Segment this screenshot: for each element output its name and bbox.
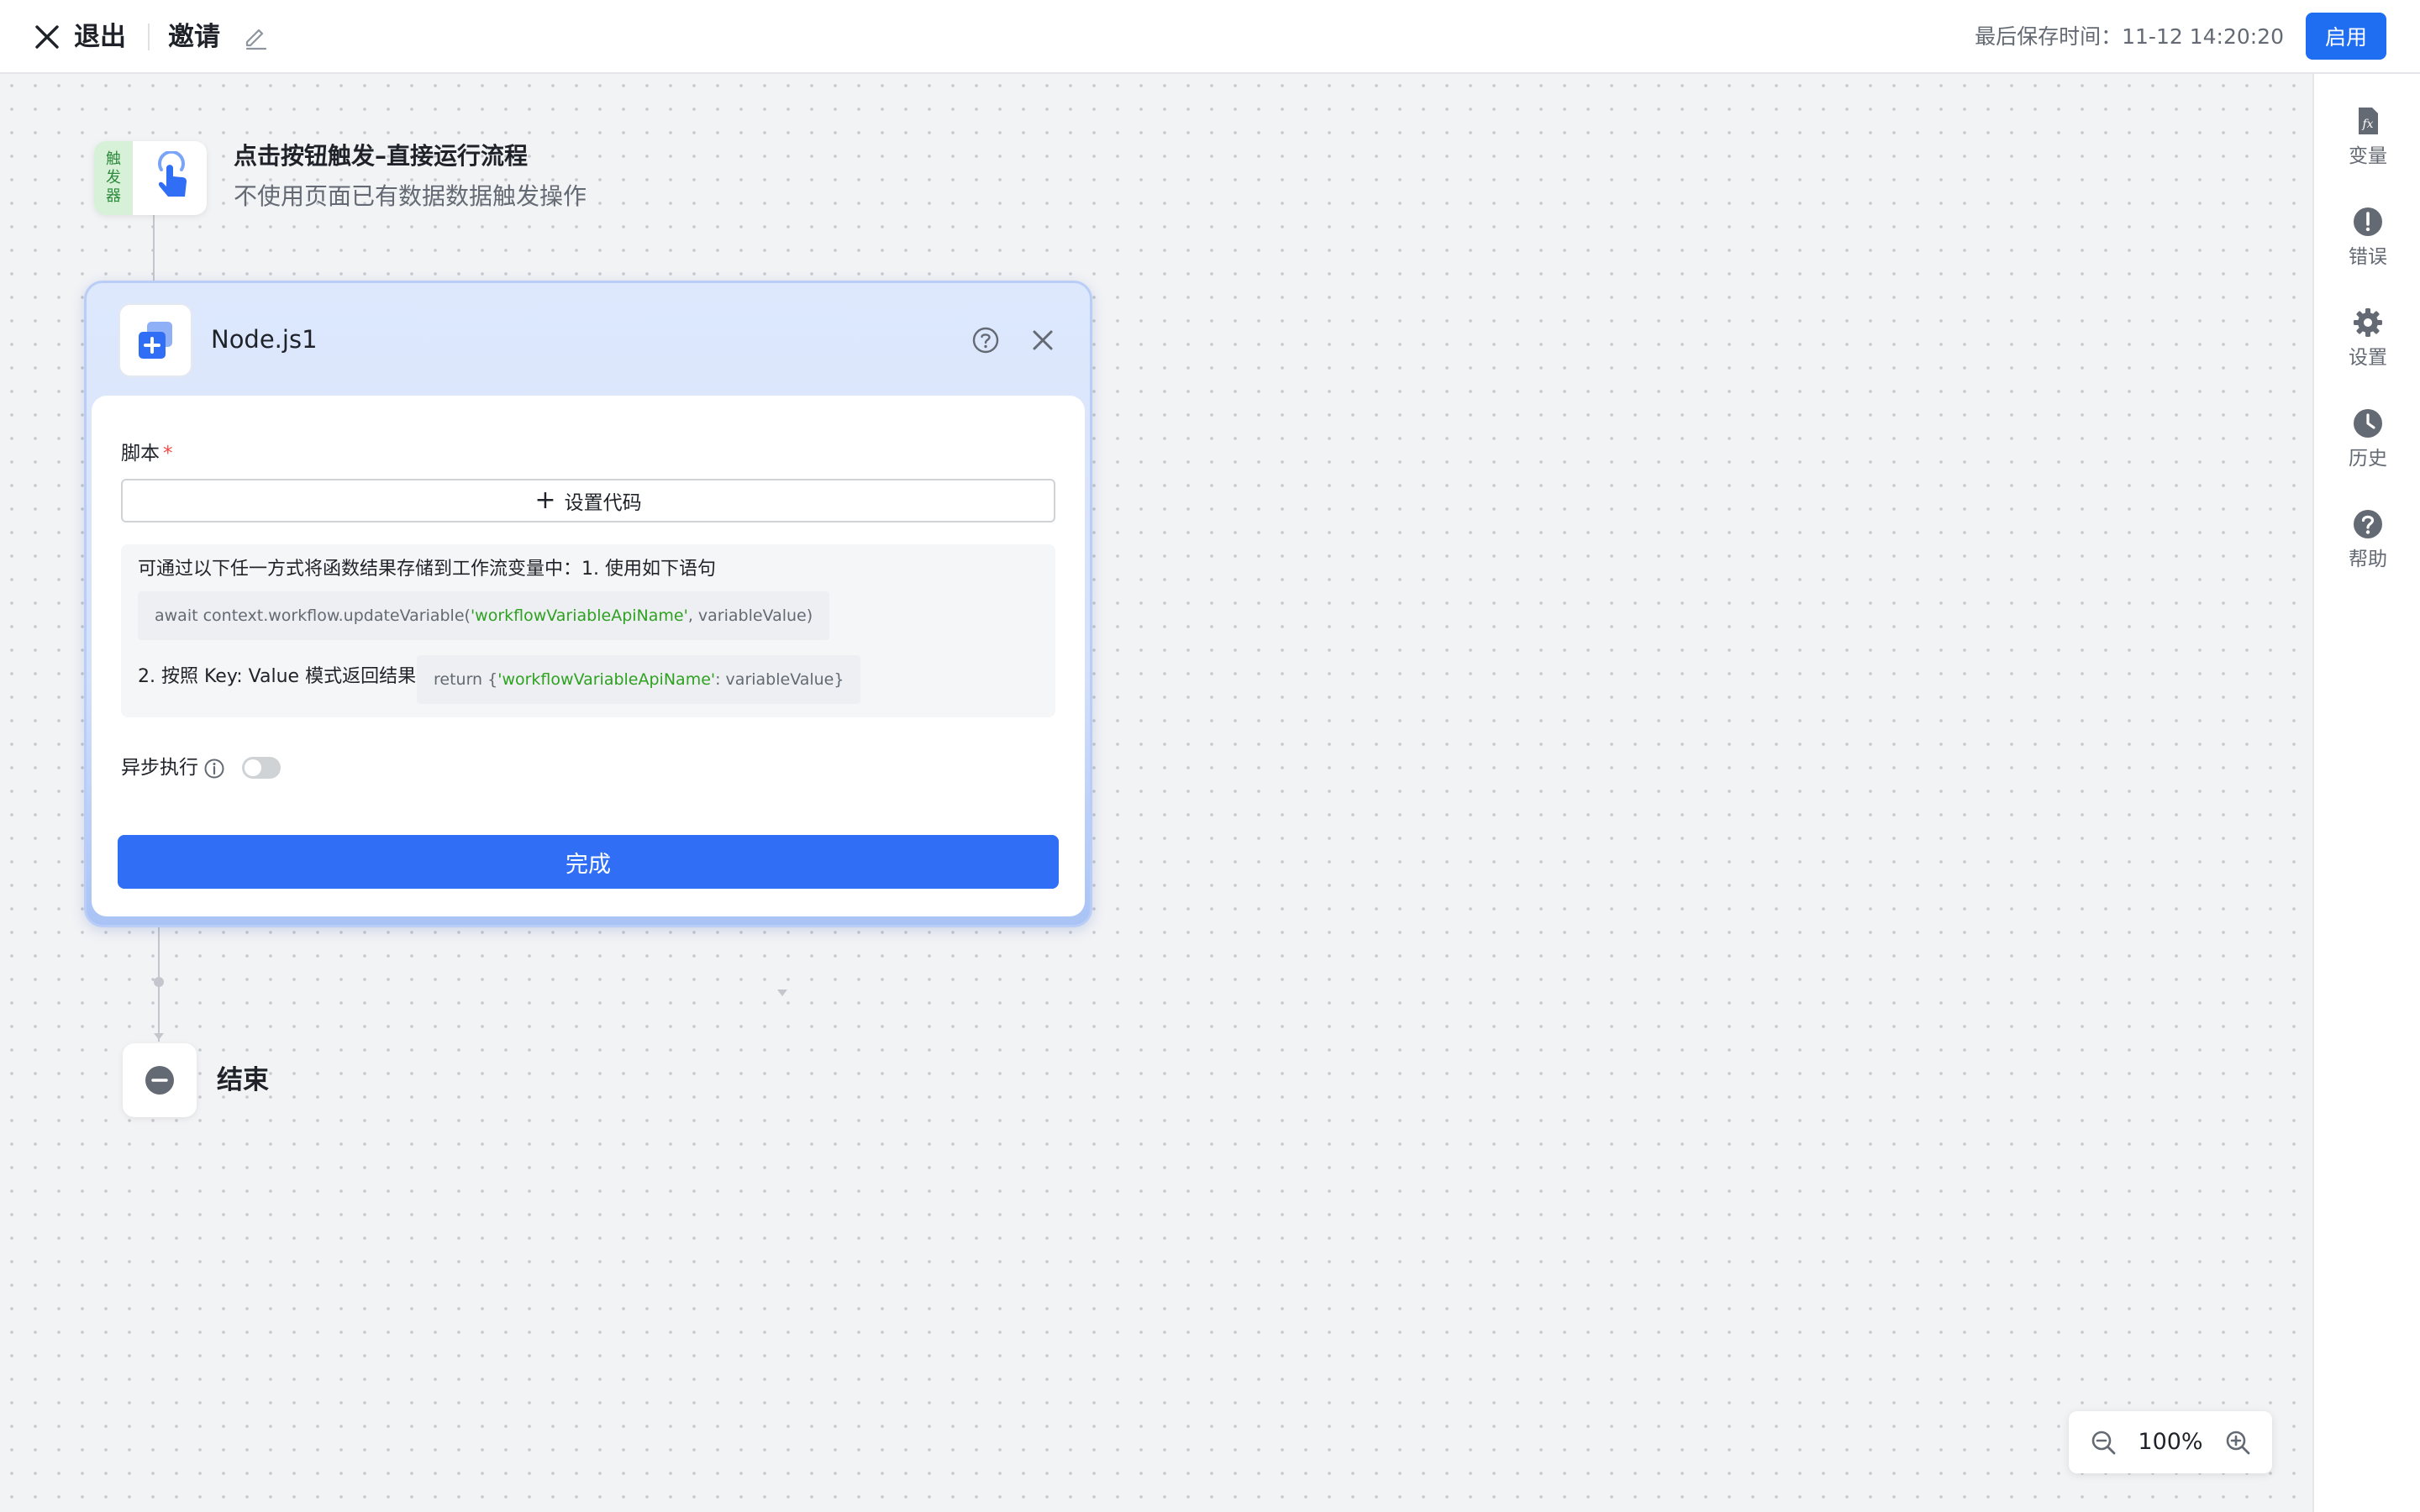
- last-saved-time: 最后保存时间：11-12 14:20:20: [1975, 24, 2284, 49]
- divider: [148, 24, 150, 50]
- required-mark: *: [163, 443, 173, 465]
- help-circle-icon[interactable]: [971, 325, 1001, 355]
- gear-icon: [2354, 308, 2382, 337]
- svg-text:fx: fx: [2361, 118, 2373, 131]
- zoom-control: 100%: [2069, 1411, 2272, 1473]
- edit-icon[interactable]: [242, 22, 271, 50]
- nodejs-node-icon: [118, 303, 192, 377]
- usage-hint-box: 可通过以下任一方式将函数结果存储到工作流变量中：1. 使用如下语句 await …: [121, 544, 1055, 717]
- hint-text-2: 2. 按照 Key: Value 模式返回结果: [138, 666, 417, 687]
- exit-button[interactable]: 退出: [74, 18, 126, 55]
- code-snippet-2: return {'workflowVariableApiName': varia…: [417, 655, 861, 704]
- enable-button[interactable]: 启用: [2306, 13, 2386, 60]
- close-icon[interactable]: [1028, 325, 1058, 355]
- async-toggle[interactable]: [242, 757, 281, 779]
- help-icon: [2354, 510, 2382, 538]
- zoom-in-icon[interactable]: [2223, 1428, 2252, 1457]
- async-label: 异步执行: [121, 757, 198, 779]
- panel-item-history[interactable]: 历史: [2314, 396, 2420, 480]
- top-bar: 退出 邀请 最后保存时间：11-12 14:20:20 启用: [0, 0, 2420, 74]
- plus-icon: +: [534, 486, 556, 515]
- code-snippet-1: await context.workflow.updateVariable('w…: [138, 591, 830, 640]
- set-code-button[interactable]: + 设置代码: [121, 479, 1055, 522]
- panel-item-variables[interactable]: fx 变量: [2314, 94, 2420, 178]
- zoom-out-icon[interactable]: [2089, 1428, 2118, 1457]
- toggle-knob: [245, 759, 261, 776]
- zoom-level: 100%: [2138, 1429, 2203, 1455]
- fx-icon: fx: [2359, 108, 2378, 134]
- add-square-icon: [139, 322, 172, 359]
- clock-icon: [2354, 409, 2382, 438]
- arrow-down-icon: [777, 990, 787, 996]
- trigger-subtitle: 不使用页面已有数据数据触发操作: [234, 182, 587, 210]
- hint-text-1: 可通过以下任一方式将函数结果存储到工作流变量中：1. 使用如下语句: [138, 559, 716, 580]
- panel-item-settings[interactable]: 设置: [2314, 296, 2420, 380]
- page-title: 邀请: [168, 22, 220, 52]
- connector-line: [153, 215, 155, 282]
- minus-circle-icon: [145, 1066, 174, 1095]
- trigger-tag: 触 发 器: [94, 141, 133, 215]
- close-icon[interactable]: [30, 20, 64, 54]
- script-label: 脚本 *: [121, 443, 173, 465]
- pointer-click-icon: [158, 151, 187, 197]
- panel-item-help[interactable]: 帮助: [2314, 497, 2420, 581]
- arrow-down-icon: [154, 1033, 164, 1040]
- done-button[interactable]: 完成: [118, 835, 1059, 889]
- end-node-label: 结束: [217, 1065, 269, 1095]
- end-node[interactable]: [123, 1043, 197, 1117]
- right-side-panel: fx 变量 错误 设置 历史 帮助: [2312, 74, 2420, 1512]
- node-name: Node.js1: [211, 325, 318, 354]
- panel-item-errors[interactable]: 错误: [2314, 195, 2420, 279]
- trigger-title: 点击按钮触发–直接运行流程: [234, 142, 529, 170]
- error-icon: [2354, 207, 2382, 236]
- trigger-node[interactable]: 触 发 器: [94, 141, 207, 215]
- info-icon[interactable]: [203, 758, 225, 780]
- connector-dot: [154, 977, 164, 987]
